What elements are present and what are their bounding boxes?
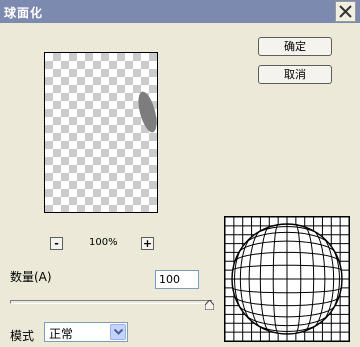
chevron-down-icon — [114, 329, 123, 335]
close-button[interactable] — [335, 1, 356, 22]
mode-dropdown-button[interactable] — [110, 324, 126, 340]
slider-thumb-icon[interactable] — [205, 300, 214, 310]
sphere-grid-graphic — [224, 216, 350, 342]
amount-slider-track[interactable] — [10, 300, 213, 304]
amount-input[interactable]: 100 — [155, 270, 199, 289]
zoom-out-button[interactable]: - — [50, 237, 63, 250]
mode-select[interactable]: 正常 — [44, 322, 128, 342]
window-title: 球面化 — [4, 6, 44, 20]
cancel-button[interactable]: 取消 — [258, 65, 332, 84]
sphere-grid-preview — [224, 216, 350, 342]
mode-selected-value: 正常 — [49, 327, 74, 341]
mode-label: 模式 — [10, 329, 35, 343]
close-icon — [339, 5, 352, 18]
zoom-level: 100% — [89, 237, 118, 248]
zoom-in-button[interactable]: + — [141, 237, 154, 250]
spherize-dialog: 球面化 确定 取消 - 100% + 数量(A) 100 % 模式 正常 — [0, 0, 360, 347]
title-bar[interactable]: 球面化 — [0, 0, 360, 23]
filter-preview[interactable] — [44, 52, 158, 213]
ok-button[interactable]: 确定 — [258, 37, 332, 56]
amount-label: 数量(A) — [10, 270, 52, 284]
distorted-shape — [134, 89, 157, 135]
